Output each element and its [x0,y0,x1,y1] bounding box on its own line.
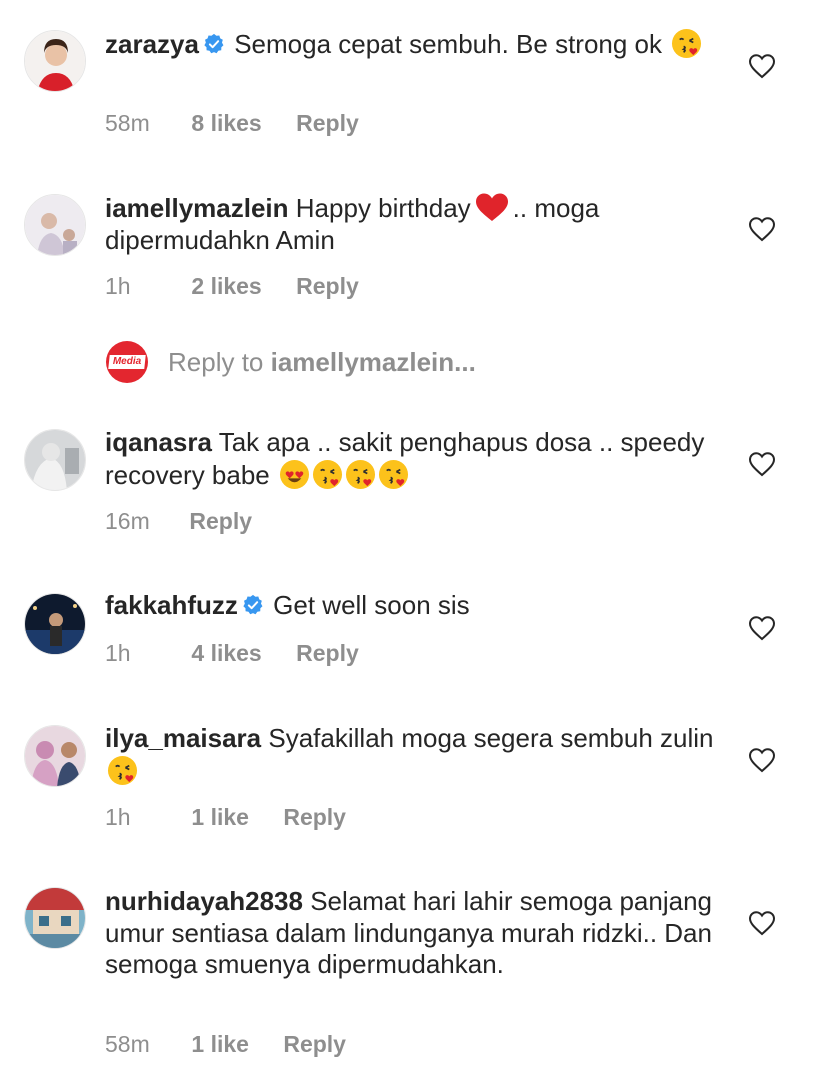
avatar[interactable] [24,429,86,491]
reply-button[interactable]: Reply [283,804,346,831]
heart-outline-icon[interactable] [748,747,776,773]
kissing-heart-emoji [107,755,138,786]
comment-likes[interactable]: 1 like [191,804,249,831]
comment-time: 58m [105,1031,150,1057]
comment-time: 1h [105,804,131,830]
kissing-heart-emoji [378,459,409,490]
reply-button[interactable]: Reply [296,273,359,300]
comment-username[interactable]: ilya_maisara [105,723,261,753]
comment-text: Happy birthday [295,193,471,223]
heart-outline-icon[interactable] [748,451,776,477]
avatar[interactable] [24,887,86,949]
comment-meta: 1h 1 like Reply [105,804,346,831]
comment-username[interactable]: nurhidayah2838 [105,886,303,916]
comment-username[interactable]: fakkahfuzz [105,590,238,620]
comment-meta: 58m 8 likes Reply [105,110,359,137]
comment-likes[interactable]: 2 likes [191,273,261,300]
reply-target: iamellymazlein... [270,347,476,377]
comment-username[interactable]: iqanasra [105,427,212,457]
comment-time: 16m [105,508,150,534]
comment-likes[interactable]: 1 like [191,1031,249,1058]
comment-text: Syafakillah moga segera sembuh zulin [268,723,714,753]
heart-outline-icon[interactable] [748,53,776,79]
heart-outline-icon[interactable] [748,216,776,242]
avatar[interactable] [24,194,86,256]
avatar[interactable] [24,725,86,787]
reply-button[interactable]: Reply [296,110,359,137]
heart-outline-icon[interactable] [748,615,776,641]
comment-likes[interactable]: 4 likes [191,640,261,667]
comment-username[interactable]: zarazya [105,29,199,59]
comment-likes[interactable]: 8 likes [191,110,261,137]
verified-badge-icon [203,33,225,55]
verified-badge-icon [242,594,264,616]
avatar[interactable] [24,30,86,92]
reply-button[interactable]: Reply [283,1031,346,1058]
comment-meta: 1h 4 likes Reply [105,640,359,667]
comment-time: 1h [105,273,131,299]
comment-time: 58m [105,110,150,136]
kissing-heart-emoji [312,459,343,490]
comment-text: Semoga cepat sembuh. Be strong ok [234,29,663,59]
comment-meta: 1h 2 likes Reply [105,273,359,300]
media-logo: Media [106,341,148,383]
comment-time: 1h [105,640,131,666]
red-heart-emoji [475,193,508,221]
reply-prefix: Reply to [168,347,264,377]
reply-button[interactable]: Reply [296,640,359,667]
reply-input-prompt[interactable]: Media Reply to iamellymazlein... [106,341,786,385]
kissing-heart-emoji [671,28,702,59]
comment-text: Get well soon sis [273,590,470,620]
media-logo-text: Media [112,356,142,367]
avatar[interactable] [24,593,86,655]
reply-placeholder[interactable]: Reply to iamellymazlein... [168,347,476,378]
heart-eyes-emoji [279,459,310,490]
reply-button[interactable]: Reply [189,508,252,535]
kissing-heart-emoji [345,459,376,490]
comment-meta: 16m Reply [105,508,252,535]
heart-outline-icon[interactable] [748,910,776,936]
comment-username[interactable]: iamellymazlein [105,193,289,223]
comment-meta: 58m 1 like Reply [105,1031,346,1058]
